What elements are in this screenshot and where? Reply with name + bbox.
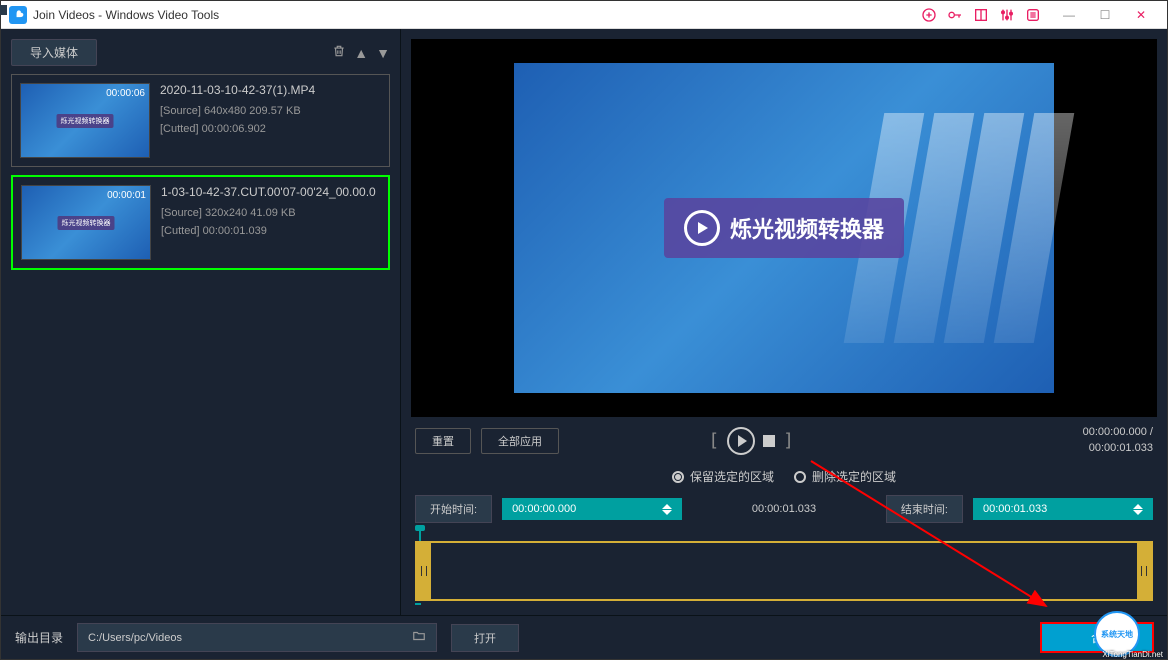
thumb-duration: 00:00:06 — [106, 88, 145, 99]
move-up-icon[interactable]: ▲ — [354, 45, 368, 61]
media-source: [Source] 320x240 41.09 KB — [161, 207, 380, 219]
output-path-text: C:/Users/pc/Videos — [88, 632, 182, 644]
maximize-button[interactable]: ☐ — [1087, 4, 1123, 26]
media-cutted: [Cutted] 00:00:06.902 — [160, 123, 381, 135]
media-source: [Source] 640x480 209.57 KB — [160, 105, 381, 117]
watermark: 系统天地 XiTongTianDi.net — [1067, 609, 1167, 659]
time-display: 00:00:00.000 / 00:00:01.033 — [1083, 425, 1153, 456]
start-time-input[interactable]: 00:00:00.000 — [502, 498, 682, 520]
end-time-input[interactable]: 00:00:01.033 — [973, 498, 1153, 520]
media-filename: 2020-11-03-10-42-37(1).MP4 — [160, 83, 381, 97]
mark-in-button[interactable]: [ — [708, 430, 719, 451]
title-bar: Join Videos - Windows Video Tools — ☐ ✕ — [1, 1, 1167, 29]
delete-icon[interactable] — [332, 44, 346, 61]
move-down-icon[interactable]: ▼ — [376, 45, 390, 61]
media-filename: 1-03-10-42-37.CUT.00'07-00'24_00.00.0 — [161, 185, 380, 199]
reset-button[interactable]: 重置 — [415, 428, 471, 454]
spin-up-icon[interactable] — [1133, 504, 1143, 509]
browse-folder-icon[interactable] — [412, 629, 426, 646]
keep-region-label: 保留选定的区域 — [690, 468, 774, 485]
media-cutted: [Cutted] 00:00:01.039 — [161, 225, 380, 237]
total-time: 00:00:01.033 — [1083, 441, 1153, 456]
settings-sliders-icon[interactable] — [999, 7, 1015, 23]
apply-all-button[interactable]: 全部应用 — [481, 428, 559, 454]
end-time-label: 结束时间: — [886, 495, 963, 523]
spin-down-icon[interactable] — [1133, 510, 1143, 515]
app-icon — [9, 6, 27, 24]
timeline-handle-right[interactable] — [1137, 543, 1151, 599]
watermark-brand: 系统天地 — [1101, 629, 1133, 640]
video-preview-area: 烁光视频转换器 — [411, 39, 1157, 417]
open-button[interactable]: 打开 — [451, 624, 519, 652]
watermark-url: XiTongTianDi.net — [1102, 650, 1163, 659]
video-logo-overlay: 烁光视频转换器 — [664, 198, 904, 258]
media-item[interactable]: 00:00:01 烁光视频转换器 1-03-10-42-37.CUT.00'07… — [11, 175, 390, 270]
end-time-value: 00:00:01.033 — [983, 503, 1047, 515]
thumb-duration: 00:00:01 — [107, 190, 146, 201]
current-time: 00:00:00.000 / — [1083, 425, 1153, 440]
layout-icon[interactable] — [973, 7, 989, 23]
spin-up-icon[interactable] — [662, 504, 672, 509]
timeline[interactable] — [401, 529, 1167, 615]
duration-display: 00:00:01.033 — [752, 503, 816, 515]
start-time-label: 开始时间: — [415, 495, 492, 523]
radio-icon — [672, 471, 684, 483]
video-frame: 烁光视频转换器 — [514, 63, 1054, 393]
media-thumbnail: 00:00:01 烁光视频转换器 — [21, 185, 151, 260]
import-media-button[interactable]: 导入媒体 — [11, 39, 97, 66]
spin-down-icon[interactable] — [662, 510, 672, 515]
key-icon[interactable] — [947, 7, 963, 23]
bottom-bar: 输出目录 C:/Users/pc/Videos 打开 合 — [1, 615, 1167, 659]
keep-region-radio[interactable]: 保留选定的区域 — [672, 468, 774, 485]
mark-out-button[interactable]: ] — [783, 430, 794, 451]
delete-region-radio[interactable]: 删除选定的区域 — [794, 468, 896, 485]
close-button[interactable]: ✕ — [1123, 4, 1159, 26]
timeline-handle-left[interactable] — [417, 543, 431, 599]
menu-icon[interactable] — [1025, 7, 1041, 23]
video-logo-text: 烁光视频转换器 — [730, 212, 884, 244]
delete-region-label: 删除选定的区域 — [812, 468, 896, 485]
radio-icon — [794, 471, 806, 483]
media-item[interactable]: 00:00:06 烁光视频转换器 2020-11-03-10-42-37(1).… — [11, 74, 390, 167]
minimize-button[interactable]: — — [1051, 4, 1087, 26]
media-sidebar: 导入媒体 ▲ ▼ 00:00:06 烁光视频转换器 2020-11-03-10-… — [1, 29, 401, 615]
output-path-field[interactable]: C:/Users/pc/Videos — [77, 623, 437, 652]
output-dir-label: 输出目录 — [15, 629, 63, 646]
timeline-content[interactable] — [431, 543, 1137, 599]
media-badge-icon — [0, 5, 7, 15]
play-button[interactable] — [727, 427, 755, 455]
thumb-overlay-text: 烁光视频转换器 — [58, 216, 115, 230]
title-toolbar — [921, 7, 1041, 23]
start-time-value: 00:00:00.000 — [512, 503, 576, 515]
stop-button[interactable] — [763, 435, 775, 447]
window-title: Join Videos - Windows Video Tools — [33, 8, 921, 22]
preview-panel: 烁光视频转换器 重置 全部应用 [ ] 00:00:00.000 / 00:00… — [401, 29, 1167, 615]
thumb-overlay-text: 烁光视频转换器 — [57, 114, 114, 128]
cart-icon[interactable] — [921, 7, 937, 23]
media-thumbnail: 00:00:06 烁光视频转换器 — [20, 83, 150, 158]
